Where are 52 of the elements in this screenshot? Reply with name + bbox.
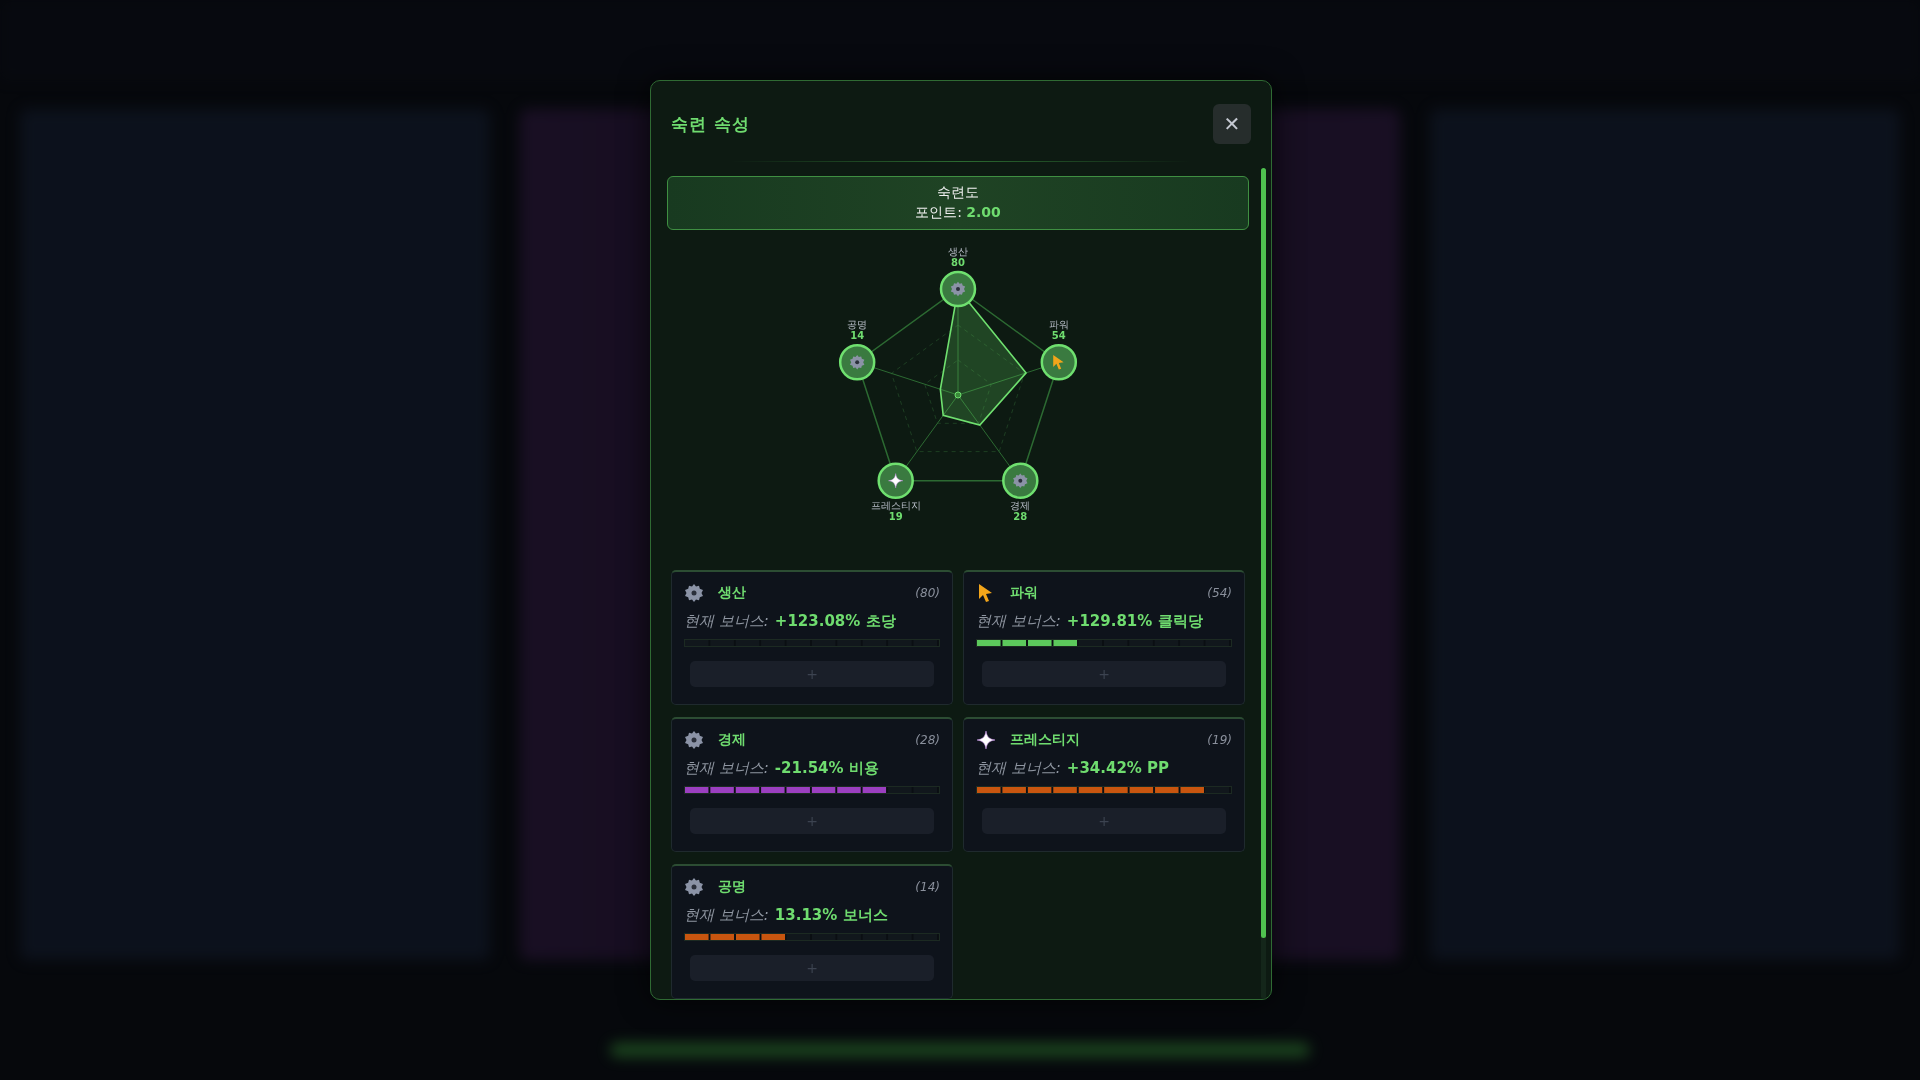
stat-count: (19)	[1207, 733, 1232, 747]
bonus-label: 현재 보너스:	[684, 759, 769, 778]
bonus-value: 13.13% 보너스	[774, 906, 888, 925]
gear-icon	[684, 877, 704, 897]
stat-name: 프레스티지	[1010, 731, 1081, 749]
points-title: 숙련도	[937, 184, 979, 202]
cursor-icon	[1053, 355, 1064, 370]
radar-center-dot	[954, 391, 962, 399]
radar-label: 파워	[1048, 319, 1069, 331]
stat-count: (14)	[915, 880, 940, 894]
bonus-label: 현재 보너스:	[684, 612, 769, 631]
radar-node[interactable]	[1040, 344, 1078, 381]
stat-count: (80)	[915, 586, 940, 600]
stat-name: 파워	[1010, 584, 1039, 602]
add-point-button[interactable]: +	[982, 808, 1226, 834]
bonus-label: 현재 보너스:	[976, 612, 1061, 631]
stat-name: 공명	[718, 878, 747, 896]
gear-icon	[850, 355, 865, 370]
bonus-value: +123.08% 초당	[774, 612, 896, 631]
sparkle-icon	[888, 473, 903, 488]
bonus-value: -21.54% 비용	[774, 759, 879, 778]
radar-value: 54	[1051, 330, 1066, 342]
bonus-value: +34.42% PP	[1066, 759, 1170, 777]
scrollbar[interactable]	[1261, 168, 1266, 999]
gear-icon	[684, 730, 704, 750]
radar-value: 28	[1013, 510, 1028, 522]
sparkle-icon	[976, 730, 996, 750]
add-point-button[interactable]: +	[690, 661, 934, 687]
radar-label: 프레스티지	[870, 499, 921, 511]
radar-label: 생산	[948, 246, 968, 257]
gear-icon	[684, 583, 704, 603]
points-text: 포인트: 2.00	[915, 204, 1001, 222]
add-point-button[interactable]: +	[690, 808, 934, 834]
radar-label: 공명	[847, 319, 868, 331]
dialog-title: 숙련 속성	[671, 112, 750, 136]
bonus-label: 현재 보너스:	[684, 906, 769, 925]
radar-node[interactable]	[877, 462, 914, 499]
radar-value: 19	[888, 510, 903, 522]
add-point-button[interactable]: +	[982, 661, 1226, 687]
add-point-button[interactable]: +	[690, 955, 934, 981]
radar-value: 14	[850, 330, 865, 342]
gear-icon	[950, 281, 966, 297]
bonus-value: +129.81% 클릭당	[1066, 612, 1203, 631]
gear-icon	[1013, 473, 1028, 488]
stat-count: (28)	[915, 733, 940, 747]
radar-value: 80	[951, 257, 965, 268]
close-button[interactable]: ✕	[1213, 104, 1251, 144]
stat-name: 경제	[718, 731, 747, 749]
stat-count: (54)	[1207, 586, 1232, 600]
stat-name: 생산	[718, 584, 747, 602]
bonus-label: 현재 보너스:	[976, 759, 1061, 778]
radar-label: 경제	[1010, 499, 1031, 511]
